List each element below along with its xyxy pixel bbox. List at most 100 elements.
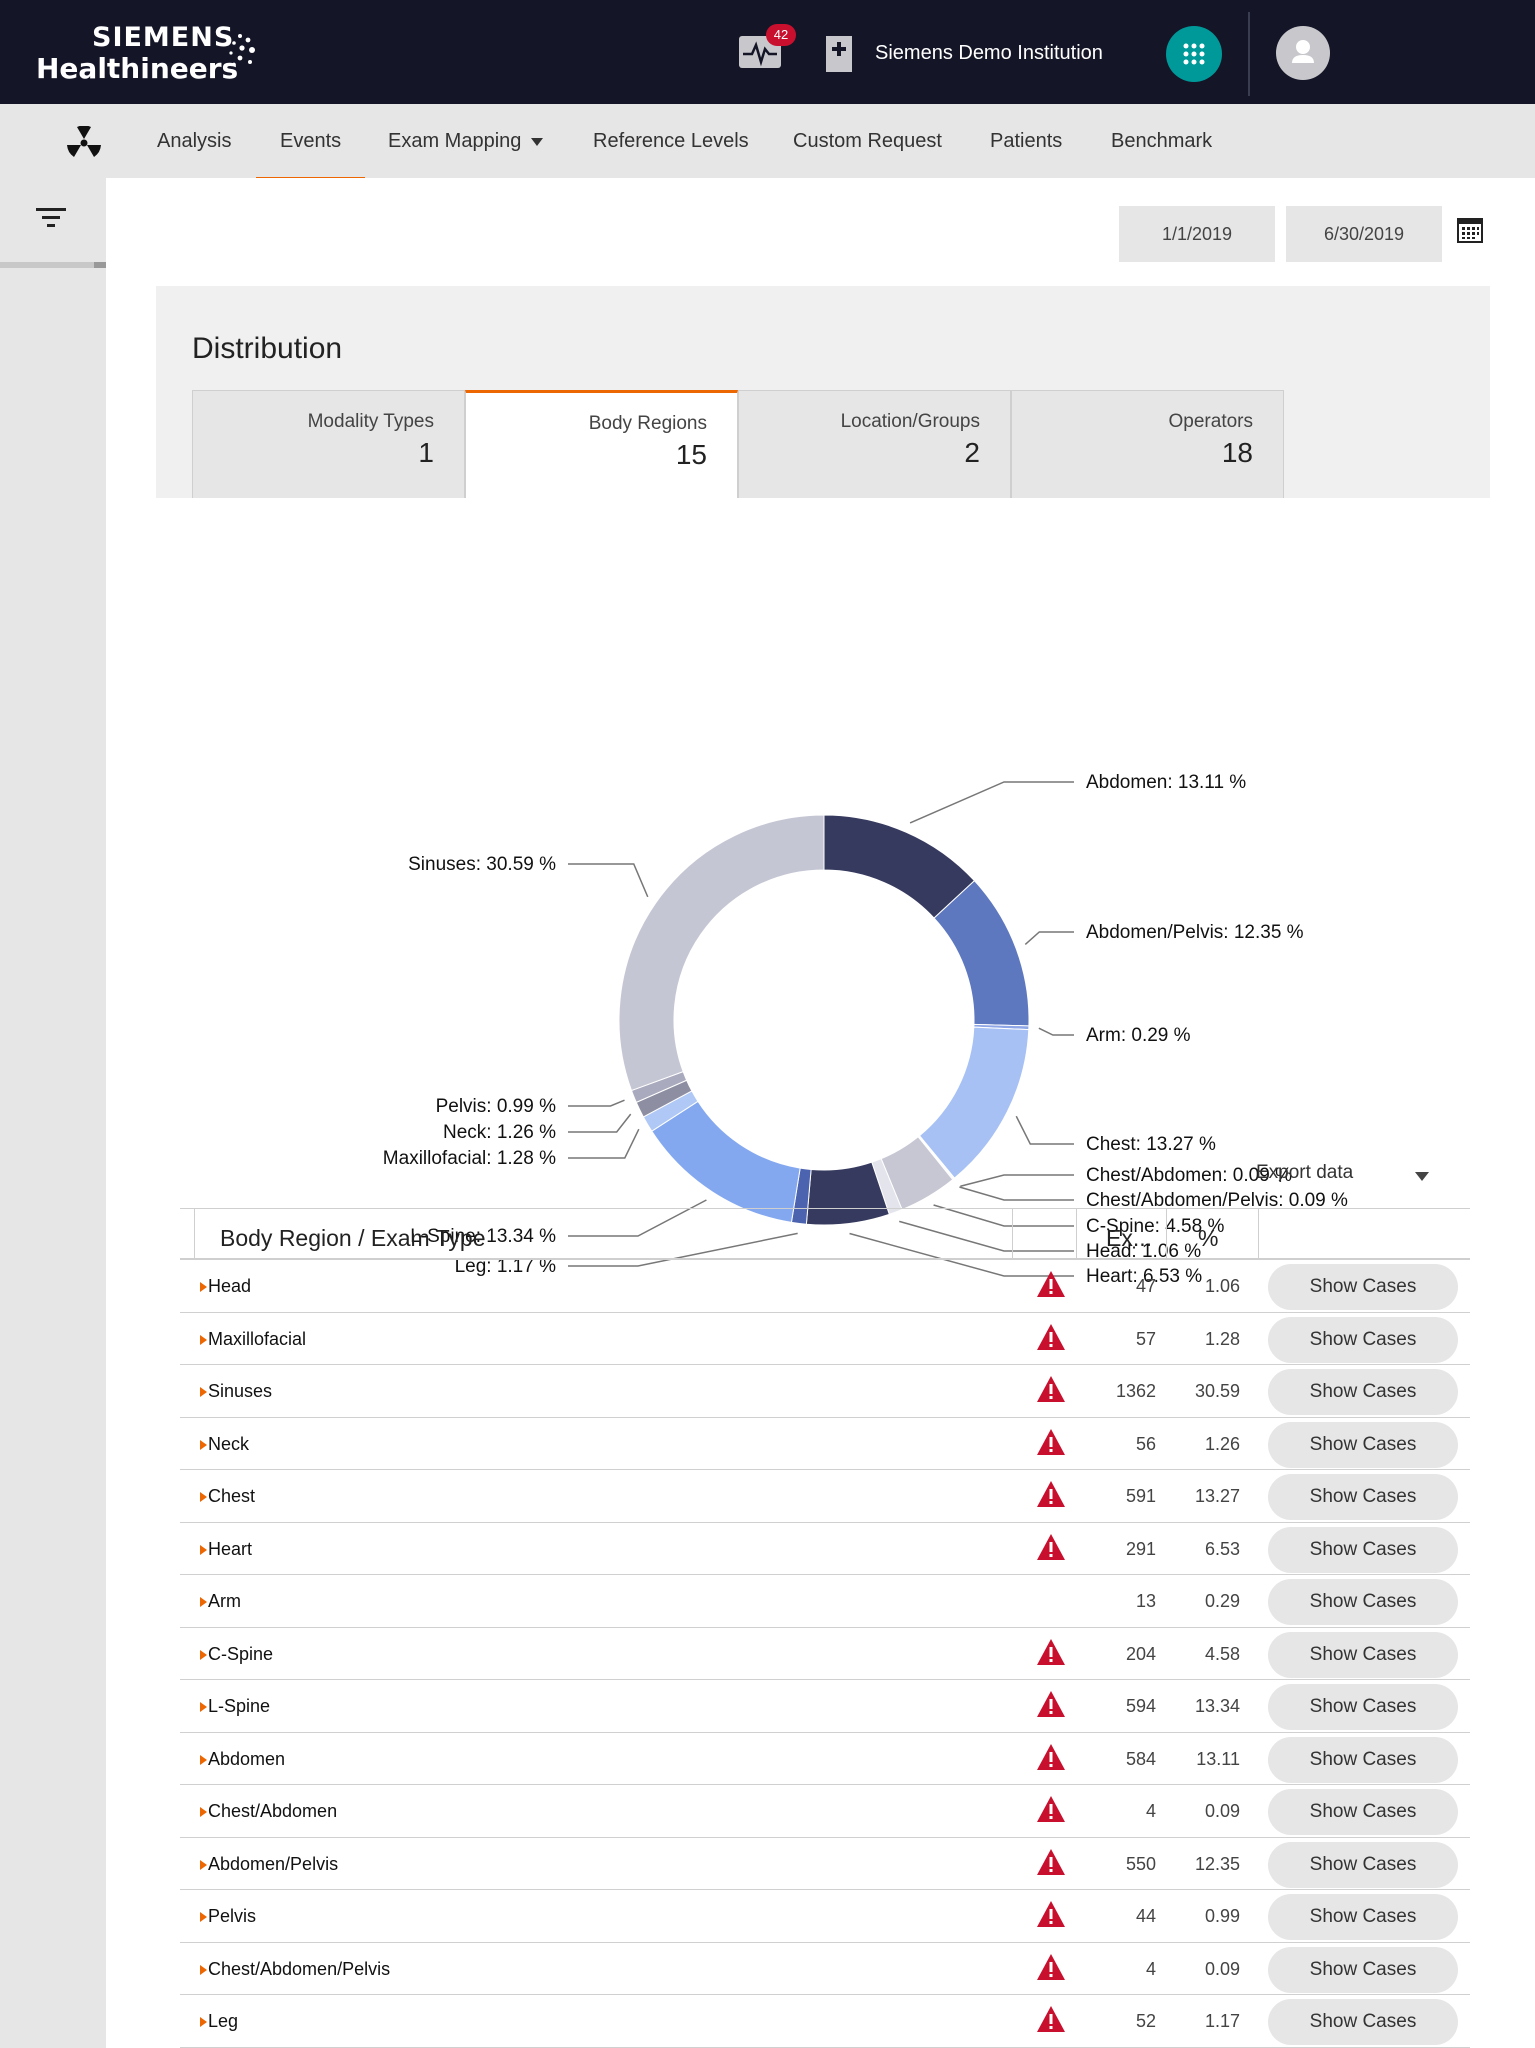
row-expand-toggle[interactable]: Head — [200, 1276, 251, 1297]
show-cases-button[interactable]: Show Cases — [1268, 1999, 1458, 2045]
slice-label: Pelvis: 0.99 % — [436, 1096, 556, 1117]
tab-value: 18 — [1221, 437, 1253, 468]
tab-value: 1 — [418, 437, 434, 468]
column-header-body-region[interactable]: Body Region / Exam Type — [220, 1225, 486, 1252]
warning-icon — [1037, 1638, 1065, 1665]
show-cases-button[interactable]: Show Cases — [1268, 1736, 1458, 1783]
table-row[interactable]: Maxillofacial 57 1.28 Show Cases — [180, 1313, 1470, 1365]
exam-count: 52 — [1135, 2011, 1156, 2031]
date-from-input[interactable]: 1/1/2019 — [1119, 206, 1275, 262]
show-cases-button[interactable]: Show Cases — [1268, 1316, 1458, 1363]
nav-benchmark[interactable]: Benchmark — [1111, 130, 1212, 153]
row-expand-toggle[interactable]: Abdomen — [200, 1749, 285, 1770]
row-expand-toggle[interactable]: Arm — [200, 1591, 241, 1612]
table-row[interactable]: Abdomen 584 13.11 Show Cases — [180, 1733, 1470, 1785]
exam-count: 44 — [1135, 1906, 1156, 1926]
column-divider — [194, 1209, 195, 1258]
table-row[interactable]: L-Spine 594 13.34 Show Cases — [180, 1680, 1470, 1733]
table-row[interactable]: Chest 591 13.27 Show Cases — [180, 1470, 1470, 1523]
main-content: 1/1/2019 6/30/2019 Distribution Modality… — [106, 178, 1535, 2048]
table-row[interactable]: Chest/Abdomen 4 0.09 Show Cases — [180, 1785, 1470, 1838]
exam-percent: 0.29 — [1204, 1591, 1240, 1611]
row-expand-toggle[interactable]: Sinuses — [200, 1381, 272, 1402]
institution-name[interactable]: Siemens Demo Institution — [875, 42, 1103, 65]
slice-label: Abdomen/Pelvis: 12.35 % — [1086, 922, 1304, 943]
table-row[interactable]: C-Spine 204 4.58 Show Cases — [180, 1628, 1470, 1680]
nav-patients[interactable]: Patients — [990, 130, 1062, 153]
tab-label: Body Regions — [588, 413, 707, 434]
exam-count: 591 — [1125, 1486, 1156, 1506]
export-data-dropdown[interactable]: Export data — [1256, 1162, 1353, 1184]
show-cases-button[interactable]: Show Cases — [1268, 1789, 1458, 1835]
exam-percent: 0.09 — [1204, 1801, 1240, 1821]
show-cases-button[interactable]: Show Cases — [1268, 1369, 1458, 1415]
exam-count: 550 — [1125, 1853, 1156, 1874]
warning-icon — [1037, 1376, 1065, 1402]
row-expand-toggle[interactable]: Chest — [200, 1486, 255, 1507]
nav-analysis[interactable]: Analysis — [157, 130, 231, 153]
exam-percent: 12.35 — [1194, 1853, 1240, 1874]
column-header-percent[interactable]: % — [1198, 1225, 1218, 1252]
show-cases-button[interactable]: Show Cases — [1268, 1579, 1458, 1625]
slice-label: Chest: 13.27 % — [1086, 1134, 1216, 1155]
chevron-down-icon[interactable] — [1415, 1172, 1429, 1181]
slice-label: Neck: 1.26 % — [443, 1122, 556, 1143]
table-row[interactable]: Neck 56 1.26 Show Cases — [180, 1418, 1470, 1470]
row-expand-toggle[interactable]: Maxillofacial — [200, 1329, 306, 1350]
nav-exam-mapping[interactable]: Exam Mapping — [388, 130, 544, 153]
show-cases-button[interactable]: Show Cases — [1268, 1946, 1458, 1993]
table-row[interactable]: Leg 52 1.17 Show Cases — [180, 1995, 1470, 2048]
warning-icon — [1037, 1691, 1065, 1717]
calendar-icon[interactable] — [1456, 216, 1484, 244]
table-row[interactable]: Arm 13 0.29 Show Cases — [180, 1575, 1470, 1628]
user-icon — [1292, 40, 1314, 63]
row-expand-toggle[interactable]: C-Spine — [200, 1644, 273, 1665]
table-row[interactable]: Chest/Abdomen/Pelvis 4 0.09 Show Cases — [180, 1943, 1470, 1995]
tab-operators[interactable]: Operators 18 — [1011, 390, 1284, 498]
nav-reference-levels[interactable]: Reference Levels — [593, 130, 749, 153]
show-cases-button[interactable]: Show Cases — [1268, 1421, 1458, 1468]
alerts-button[interactable]: 42 — [738, 24, 796, 72]
row-expand-toggle[interactable]: Leg — [200, 2011, 238, 2032]
show-cases-button[interactable]: Show Cases — [1268, 1526, 1458, 1573]
donut-slice-sinuses[interactable] — [618, 814, 825, 1092]
row-expand-toggle[interactable]: Pelvis — [200, 1906, 256, 1927]
exam-percent: 1.28 — [1204, 1328, 1240, 1349]
table-row[interactable]: Heart 291 6.53 Show Cases — [180, 1523, 1470, 1575]
user-avatar-button[interactable] — [1276, 26, 1330, 80]
table-row[interactable]: Pelvis 44 0.99 Show Cases — [180, 1890, 1470, 1943]
show-cases-button[interactable]: Show Cases — [1268, 1684, 1458, 1730]
exam-count: 4 — [1145, 1958, 1156, 1979]
donut-slice-l-spine[interactable] — [651, 1100, 801, 1223]
tab-body-regions[interactable]: Body Regions 15 — [465, 390, 738, 498]
date-to-input[interactable]: 6/30/2019 — [1286, 206, 1442, 262]
filter-icon[interactable] — [34, 204, 68, 232]
table-row[interactable]: Abdomen/Pelvis 550 12.35 Show Cases — [180, 1838, 1470, 1890]
row-expand-toggle[interactable]: Abdomen/Pelvis — [200, 1854, 338, 1875]
table-row[interactable]: Sinuses 1362 30.59 Show Cases — [180, 1365, 1470, 1418]
alert-count-badge: 42 — [766, 24, 796, 46]
tab-location-groups[interactable]: Location/Groups 2 — [738, 390, 1011, 498]
show-cases-button[interactable]: Show Cases — [1268, 1631, 1458, 1678]
tab-modality-types[interactable]: Modality Types 1 — [192, 390, 465, 498]
distribution-title: Distribution — [192, 332, 343, 365]
nav-events[interactable]: Events — [255, 130, 366, 180]
show-cases-button[interactable]: Show Cases — [1268, 1264, 1458, 1310]
exam-count: 584 — [1125, 1748, 1156, 1769]
apps-button[interactable] — [1166, 26, 1222, 82]
radiation-icon[interactable] — [66, 126, 102, 160]
row-expand-toggle[interactable]: L-Spine — [200, 1696, 270, 1717]
row-expand-toggle[interactable]: Chest/Abdomen — [200, 1801, 337, 1822]
nav-custom-request[interactable]: Custom Request — [793, 130, 942, 153]
table-row[interactable]: Head 47 1.06 Show Cases — [180, 1260, 1470, 1313]
show-cases-button[interactable]: Show Cases — [1268, 1841, 1458, 1888]
exam-percent: 13.11 — [1196, 1748, 1240, 1769]
column-header-exams[interactable]: Ex... — [1106, 1225, 1152, 1252]
row-expand-toggle[interactable]: Neck — [200, 1434, 249, 1455]
row-expand-toggle[interactable]: Heart — [200, 1539, 252, 1560]
exam-count: 13 — [1135, 1591, 1156, 1611]
sidebar-scroll-indicator[interactable] — [0, 262, 106, 268]
show-cases-button[interactable]: Show Cases — [1268, 1474, 1458, 1520]
show-cases-button[interactable]: Show Cases — [1268, 1894, 1458, 1940]
row-expand-toggle[interactable]: Chest/Abdomen/Pelvis — [200, 1959, 390, 1980]
